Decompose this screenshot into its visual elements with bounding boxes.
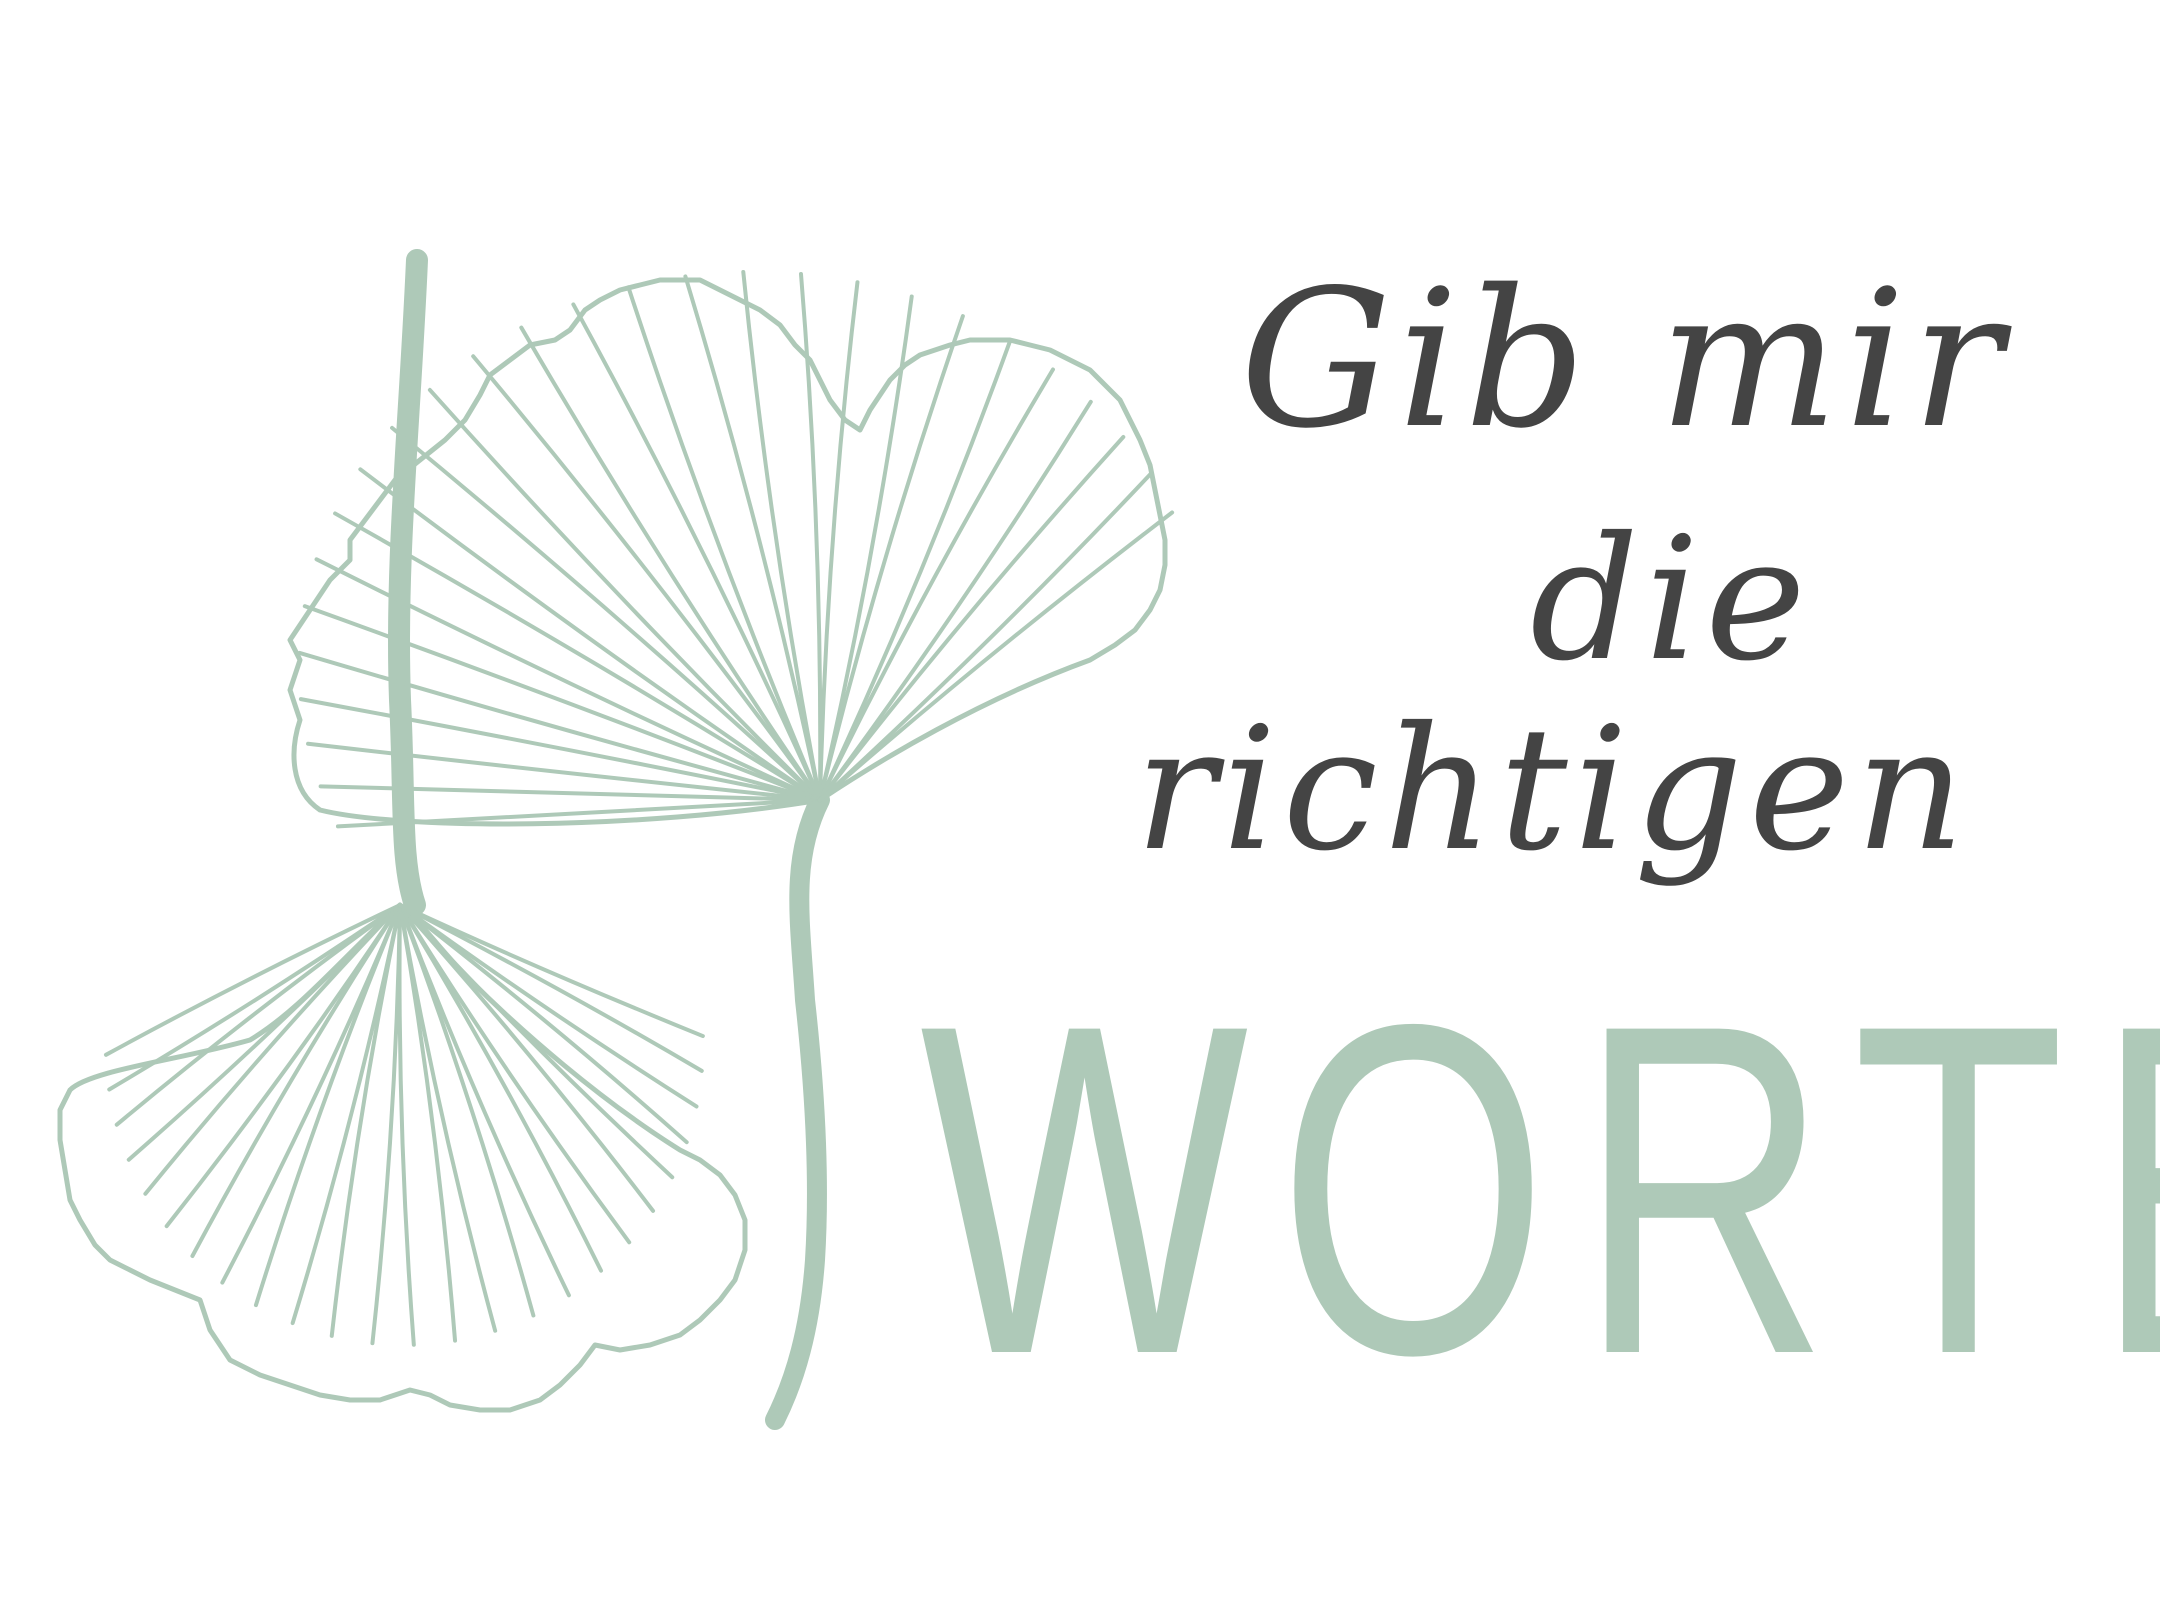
upper-vein [818, 434, 1126, 802]
lower-leaf-veins [103, 903, 705, 1347]
postcard-canvas: Gib mir die richtigen WORTE [0, 0, 2160, 1620]
stem-left [387, 249, 428, 916]
quote-line-die: die [1530, 501, 1812, 699]
upper-vein [818, 472, 1153, 802]
upper-vein [818, 510, 1175, 802]
ginkgo-stems [387, 249, 830, 1430]
stem-right [765, 790, 830, 1430]
lower-vein [398, 903, 704, 1073]
upper-vein [818, 367, 1055, 802]
upper-leaf-veins [297, 269, 1175, 829]
upper-vein [427, 387, 822, 802]
upper-vein [390, 425, 822, 802]
headline-worte: WORTE [920, 927, 2160, 1452]
lower-vein [143, 903, 402, 1196]
lower-vein [103, 903, 402, 1057]
quote-line-richtigen: richtigen [1135, 691, 1971, 889]
lower-vein [220, 903, 402, 1285]
upper-vein [298, 697, 822, 802]
quote-line-gib-mir: Gib mir [1240, 249, 2009, 470]
